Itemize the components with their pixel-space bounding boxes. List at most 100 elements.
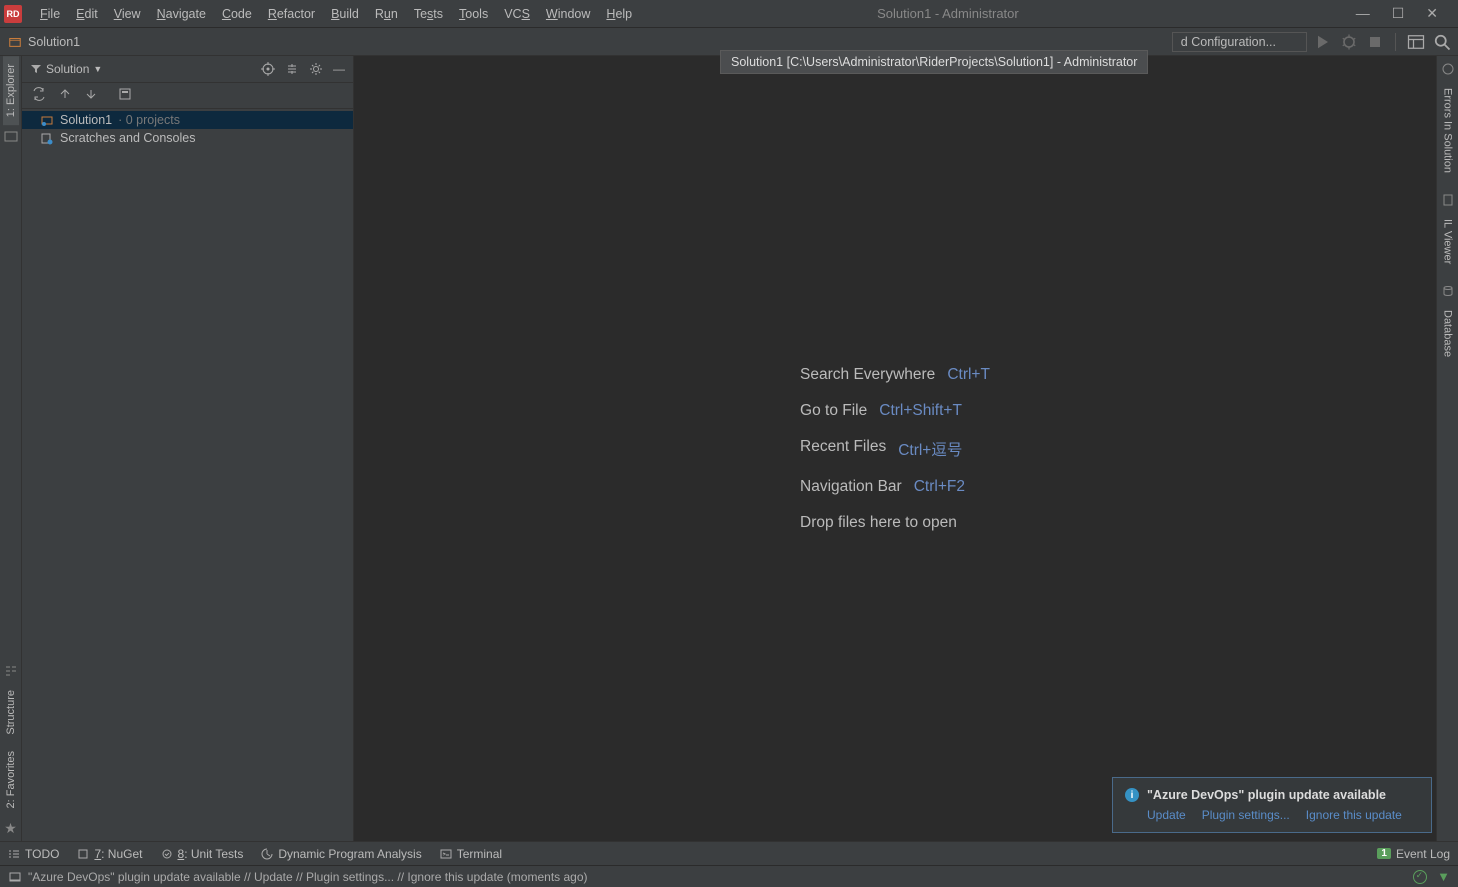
- solution-node-icon: [40, 113, 54, 127]
- solution-panel-toolbar: [22, 83, 353, 109]
- run-icon[interactable]: [1313, 32, 1333, 52]
- toolbar: Solution1 Solution1 [C:\Users\Administra…: [0, 28, 1458, 56]
- structure-icon: [4, 664, 18, 678]
- notification-title: "Azure DevOps" plugin update available: [1147, 788, 1386, 802]
- solution-panel: Solution ▼ — Solution1 · 0 projects: [22, 56, 354, 841]
- dpa-icon: [261, 848, 273, 860]
- tree-node-solution[interactable]: Solution1 · 0 projects: [22, 111, 353, 129]
- tree-node-meta: · 0 projects: [118, 113, 180, 127]
- collapse-icon[interactable]: [285, 62, 299, 76]
- hint-recent-label: Recent Files: [800, 438, 886, 460]
- errors-icon: [1441, 62, 1455, 76]
- menu-vcs[interactable]: VCS: [496, 3, 538, 25]
- notification-ignore-link[interactable]: Ignore this update: [1306, 808, 1402, 822]
- bottom-tab-nuget[interactable]: 7: NuGet: [77, 847, 142, 861]
- close-icon[interactable]: ✕: [1426, 5, 1438, 22]
- gear-icon[interactable]: [309, 62, 323, 76]
- statusbar-icon[interactable]: [8, 870, 22, 884]
- todo-icon: [8, 848, 20, 860]
- menu-edit[interactable]: Edit: [68, 3, 106, 25]
- project-icon[interactable]: [4, 129, 18, 143]
- locate-icon[interactable]: [261, 62, 275, 76]
- bottom-tab-eventlog[interactable]: 1 Event Log: [1377, 847, 1450, 861]
- nuget-icon: [77, 848, 89, 860]
- right-tab-errors[interactable]: Errors In Solution: [1440, 80, 1456, 181]
- hint-search-label: Search Everywhere: [800, 366, 935, 384]
- layout-icon[interactable]: [1406, 32, 1426, 52]
- solution-panel-title: Solution: [46, 62, 89, 76]
- status-ok-icon[interactable]: [1413, 870, 1427, 884]
- solution-panel-header: Solution ▼ —: [22, 56, 353, 83]
- terminal-icon: [440, 848, 452, 860]
- search-icon[interactable]: [1432, 32, 1452, 52]
- run-configuration-dropdown[interactable]: d Configuration...: [1172, 32, 1307, 52]
- menu-file[interactable]: File: [32, 3, 68, 25]
- hint-search-key: Ctrl+T: [947, 366, 990, 384]
- left-tab-favorites[interactable]: 2: Favorites: [3, 743, 19, 816]
- solution-tree: Solution1 · 0 projects Scratches and Con…: [22, 109, 353, 149]
- bottom-tab-unittests[interactable]: 8: Unit Tests: [161, 847, 244, 861]
- stop-icon[interactable]: [1365, 32, 1385, 52]
- statusbar: "Azure DevOps" plugin update available /…: [0, 865, 1458, 887]
- eventlog-badge: 1: [1377, 848, 1391, 859]
- right-tab-ilviewer[interactable]: IL Viewer: [1440, 211, 1456, 272]
- hint-recent-key: Ctrl+逗号: [898, 438, 962, 460]
- app-icon: RD: [4, 5, 22, 23]
- notification-settings-link[interactable]: Plugin settings...: [1202, 808, 1290, 822]
- menu-view[interactable]: View: [106, 3, 149, 25]
- lock-icon[interactable]: ▼: [1437, 869, 1450, 884]
- statusbar-message: "Azure DevOps" plugin update available /…: [28, 870, 588, 884]
- menu-run[interactable]: Run: [367, 3, 406, 25]
- breadcrumb[interactable]: Solution1: [0, 35, 80, 49]
- menu-tests[interactable]: Tests: [406, 3, 451, 25]
- expand-icon[interactable]: [58, 87, 72, 104]
- left-tab-explorer[interactable]: 1: Explorer: [3, 56, 19, 125]
- chevron-down-icon: ▼: [93, 64, 102, 74]
- tree-node-label: Solution1: [60, 113, 112, 127]
- notification-update-link[interactable]: Update: [1147, 808, 1186, 822]
- sync-icon[interactable]: [32, 87, 46, 104]
- hint-nav-label: Navigation Bar: [800, 478, 902, 496]
- right-tab-database[interactable]: Database: [1440, 302, 1456, 365]
- solution-icon: [8, 35, 22, 49]
- menu-refactor[interactable]: Refactor: [260, 3, 323, 25]
- unittests-icon: [161, 848, 173, 860]
- left-tab-structure[interactable]: Structure: [3, 682, 19, 743]
- left-gutter: 1: Explorer Structure 2: Favorites ★: [0, 56, 22, 841]
- bottom-tab-todo[interactable]: TODO: [8, 847, 59, 861]
- path-tooltip: Solution1 [C:\Users\Administrator\RiderP…: [720, 50, 1148, 74]
- scratches-icon: [40, 131, 54, 145]
- hint-nav-key: Ctrl+F2: [914, 478, 965, 496]
- funnel-icon: [30, 63, 42, 75]
- menu-tools[interactable]: Tools: [451, 3, 496, 25]
- menu-build[interactable]: Build: [323, 3, 367, 25]
- star-icon[interactable]: ★: [4, 820, 17, 837]
- hide-panel-icon[interactable]: —: [333, 62, 345, 76]
- tree-node-label: Scratches and Consoles: [60, 131, 196, 145]
- debug-icon[interactable]: [1339, 32, 1359, 52]
- bottom-tool-tabs: TODO 7: NuGet 8: Unit Tests Dynamic Prog…: [0, 841, 1458, 865]
- maximize-icon[interactable]: ☐: [1392, 5, 1405, 22]
- right-gutter: Errors In Solution IL Viewer Database: [1436, 56, 1458, 841]
- start-hints: Search Everywhere Ctrl+T Go to File Ctrl+S…: [800, 366, 990, 532]
- info-icon: i: [1125, 788, 1139, 802]
- menubar: RD File Edit View Navigate Code Refactor…: [0, 0, 1458, 28]
- tree-node-scratches[interactable]: Scratches and Consoles: [22, 129, 353, 147]
- menu-navigate[interactable]: Navigate: [149, 3, 214, 25]
- solution-view-selector[interactable]: Solution ▼: [30, 62, 102, 76]
- notification-popup: i "Azure DevOps" plugin update available…: [1112, 777, 1432, 833]
- hint-goto-label: Go to File: [800, 402, 867, 420]
- preview-icon[interactable]: [118, 87, 132, 104]
- bottom-tab-terminal[interactable]: Terminal: [440, 847, 502, 861]
- editor-area[interactable]: Search Everywhere Ctrl+T Go to File Ctrl+S…: [354, 56, 1436, 841]
- il-icon: [1441, 193, 1455, 207]
- main-area: 1: Explorer Structure 2: Favorites ★ Sol…: [0, 56, 1458, 841]
- collapse-all-icon[interactable]: [84, 87, 98, 104]
- minimize-icon[interactable]: —: [1356, 5, 1370, 22]
- menu-code[interactable]: Code: [214, 3, 260, 25]
- bottom-tab-dpa[interactable]: Dynamic Program Analysis: [261, 847, 421, 861]
- database-icon: [1441, 284, 1455, 298]
- hint-drop-label: Drop files here to open: [800, 514, 957, 532]
- hint-goto-key: Ctrl+Shift+T: [879, 402, 962, 420]
- breadcrumb-text: Solution1: [28, 35, 80, 49]
